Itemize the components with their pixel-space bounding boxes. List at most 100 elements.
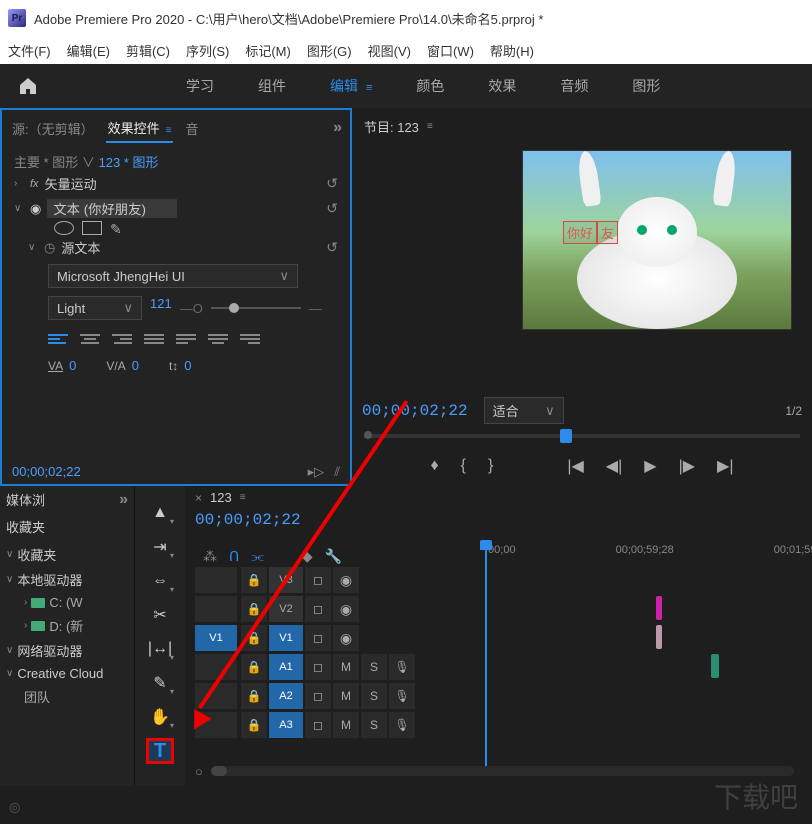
settings-icon[interactable]: 🔧	[325, 548, 342, 565]
font-family-select[interactable]: Microsoft JhengHei UI∨	[48, 264, 298, 288]
timeline-ruler[interactable]: ;00;00 00;00;59;28 00;01;59;28	[475, 544, 812, 564]
zoom-out-icon[interactable]: ○	[195, 764, 203, 779]
mode-assembly[interactable]: 组件	[236, 68, 308, 104]
mode-graphics[interactable]: 图形	[610, 68, 682, 104]
go-to-in-icon[interactable]: |◀	[567, 456, 583, 476]
program-tab[interactable]: 节目: 123	[364, 117, 419, 136]
solo-button[interactable]: S	[361, 654, 387, 680]
razor-tool-icon[interactable]: ✂	[146, 602, 174, 628]
snap-icon[interactable]: ᑎ	[229, 548, 239, 565]
toggle-output-icon[interactable]: ◻	[305, 567, 331, 593]
align-justify-last-left-icon[interactable]	[176, 330, 196, 348]
toggle-output-icon[interactable]: ◻	[305, 596, 331, 622]
tracking-value[interactable]: 0	[69, 358, 76, 373]
toggle-output-icon[interactable]: ◻	[305, 683, 331, 709]
nest-icon[interactable]: ⁂	[203, 548, 217, 565]
pen-mask-icon[interactable]: ✎	[110, 221, 130, 235]
media-browser-tab[interactable]: 媒体浏	[6, 490, 45, 509]
menu-marker[interactable]: 标记(M)	[245, 41, 291, 60]
track-a1[interactable]: 🔒 A1 ◻ M S 🎙	[195, 653, 812, 681]
menu-graphics[interactable]: 图形(G)	[307, 41, 352, 60]
mode-color[interactable]: 颜色	[394, 68, 466, 104]
align-justify-icon[interactable]	[144, 330, 164, 348]
chevron-icon[interactable]: ▸▷	[308, 464, 325, 480]
eye-icon[interactable]: ◉	[30, 201, 41, 217]
clip[interactable]	[656, 625, 662, 649]
track-select-tool-icon[interactable]: ⇥▾	[146, 534, 174, 560]
step-forward-icon[interactable]: |▶	[679, 456, 695, 476]
menu-edit[interactable]: 编辑(E)	[67, 41, 110, 60]
resolution-scale[interactable]: 1/2	[785, 404, 802, 418]
font-size-slider[interactable]: —O —	[180, 296, 338, 320]
baseline-value[interactable]: 0	[184, 358, 191, 373]
tab-effect-controls[interactable]: 效果控件≡	[106, 114, 174, 143]
panel-overflow-icon[interactable]: »	[119, 491, 128, 509]
mute-button[interactable]: M	[333, 654, 359, 680]
menu-file[interactable]: 文件(F)	[8, 41, 51, 60]
playhead-icon[interactable]	[560, 429, 572, 443]
zoom-fit-select[interactable]: 适合∨	[484, 397, 564, 424]
align-right-icon[interactable]	[112, 330, 132, 348]
source-text-label[interactable]: 源文本	[61, 238, 100, 257]
lock-icon[interactable]: 🔒	[241, 625, 267, 651]
font-weight-select[interactable]: Light∨	[48, 296, 142, 320]
tab-audio[interactable]: 音	[183, 115, 200, 142]
panel-overflow-icon[interactable]: »	[333, 119, 342, 137]
solo-button[interactable]: S	[361, 683, 387, 709]
text-layer-input[interactable]	[47, 199, 177, 218]
hamburger-icon[interactable]: ≡	[240, 492, 246, 503]
track-v3[interactable]: 🔒 V3 ◻ ◉	[195, 566, 812, 594]
mode-effects[interactable]: 效果	[466, 68, 538, 104]
close-icon[interactable]: ×	[195, 491, 202, 505]
text-overlay[interactable]: 你好友	[563, 221, 618, 244]
eye-icon[interactable]: ◉	[333, 567, 359, 593]
tree-team[interactable]: 团队	[6, 684, 128, 709]
vector-motion-label[interactable]: 矢量运动	[45, 174, 97, 193]
mark-in-icon[interactable]: {	[461, 457, 466, 475]
program-scrubber[interactable]	[364, 434, 800, 438]
marker-icon[interactable]: ◆	[302, 548, 313, 565]
reset-icon[interactable]: ↺	[326, 200, 338, 217]
eye-icon[interactable]: ◉	[333, 596, 359, 622]
mark-out-icon[interactable]: }	[488, 457, 493, 475]
timeline-timecode[interactable]: 00;00;02;22	[195, 511, 301, 529]
tree-drive-d[interactable]: ›D: (新	[6, 613, 128, 638]
tree-favorites[interactable]: ∨收藏夹	[6, 542, 128, 567]
bracket-icon[interactable]: ⫽	[334, 464, 340, 480]
track-v2[interactable]: 🔒 V2 ◻ ◉	[195, 595, 812, 623]
voiceover-icon[interactable]: 🎙	[389, 712, 415, 738]
mode-learn[interactable]: 学习	[164, 68, 236, 104]
align-left-icon[interactable]	[48, 330, 68, 348]
toggle-output-icon[interactable]: ◻	[305, 654, 331, 680]
voiceover-icon[interactable]: 🎙	[389, 683, 415, 709]
tree-creative-cloud[interactable]: ∨Creative Cloud	[6, 663, 128, 684]
lock-icon[interactable]: 🔒	[241, 654, 267, 680]
zoom-scrollbar[interactable]	[211, 766, 794, 776]
tree-drive-c[interactable]: ›C: (W	[6, 592, 128, 613]
menu-clip[interactable]: 剪辑(C)	[126, 41, 170, 60]
track-a2[interactable]: 🔒 A2 ◻ M S 🎙	[195, 682, 812, 710]
pen-tool-icon[interactable]: ✎▾	[146, 670, 174, 696]
lock-icon[interactable]: 🔒	[241, 683, 267, 709]
program-preview[interactable]: 你好友	[522, 150, 792, 330]
eye-icon[interactable]: ◉	[333, 625, 359, 651]
hand-tool-icon[interactable]: ✋▾	[146, 704, 174, 730]
slip-tool-icon[interactable]: |↔|▾	[146, 636, 174, 662]
stopwatch-icon[interactable]: ◷	[44, 240, 55, 256]
clip[interactable]	[711, 654, 719, 678]
menu-view[interactable]: 视图(V)	[368, 41, 411, 60]
solo-button[interactable]: S	[361, 712, 387, 738]
home-button[interactable]	[12, 72, 44, 100]
menu-sequence[interactable]: 序列(S)	[186, 41, 229, 60]
hamburger-icon[interactable]: ≡	[427, 121, 433, 132]
rect-mask-icon[interactable]	[82, 221, 102, 235]
font-size-value[interactable]: 121	[150, 296, 172, 320]
type-tool-icon[interactable]: T	[146, 738, 174, 764]
reset-icon[interactable]: ↺	[326, 175, 338, 192]
voiceover-icon[interactable]: 🎙	[389, 654, 415, 680]
ripple-edit-tool-icon[interactable]: ⇔▾	[146, 568, 174, 594]
mode-audio[interactable]: 音频	[538, 68, 610, 104]
track-a3[interactable]: 🔒 A3 ◻ M S 🎙	[195, 711, 812, 739]
kerning-value[interactable]: 0	[132, 358, 139, 373]
align-justify-last-center-icon[interactable]	[208, 330, 228, 348]
